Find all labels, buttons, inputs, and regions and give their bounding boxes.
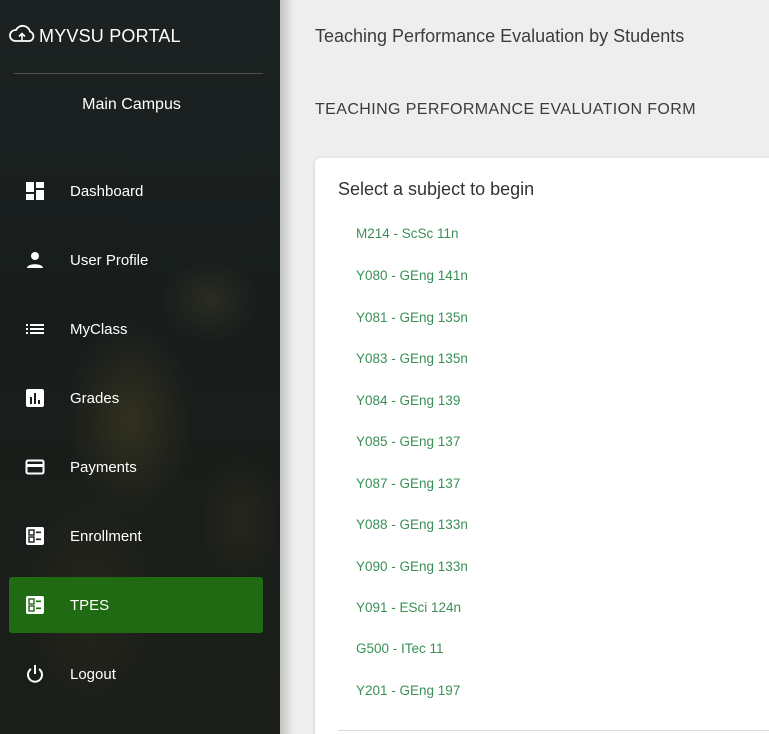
subject-link[interactable]: Y091 - ESci 124n (356, 600, 461, 615)
sidebar-item-label: Enrollment (70, 527, 142, 545)
card-title: Select a subject to begin (338, 179, 535, 199)
sidebar-item-payments[interactable]: Payments (9, 439, 263, 495)
cloud-icon (8, 24, 39, 49)
subject-link[interactable]: Y085 - GEng 137 (356, 434, 460, 449)
subject-link[interactable]: Y090 - GEng 133n (356, 559, 468, 574)
power-icon (25, 664, 45, 684)
bar-chart-icon (25, 388, 45, 408)
sidebar-item-label: Dashboard (70, 182, 144, 200)
sidebar-item-tpes[interactable]: TPES (9, 577, 263, 633)
card-divider (338, 730, 769, 731)
brand-divider (14, 73, 263, 74)
subject-link[interactable]: Y080 - GEng 141n (356, 268, 468, 283)
campus-label: Main Campus (82, 96, 181, 113)
credit-card-icon (25, 457, 45, 477)
sidebar-item-label: Grades (70, 389, 120, 407)
sidebar-item-logout[interactable]: Logout (9, 646, 263, 702)
sidebar-item-label: User Profile (70, 251, 149, 269)
sidebar-item-user-profile[interactable]: User Profile (9, 232, 263, 288)
subject-link[interactable]: Y083 - GEng 135n (356, 351, 468, 366)
subject-link[interactable]: Y088 - GEng 133n (356, 517, 468, 532)
sidebar-item-grades[interactable]: Grades (9, 370, 263, 426)
form-heading: TEACHING PERFORMANCE EVALUATION FORM (315, 101, 696, 118)
subject-link[interactable]: Y084 - GEng 139 (356, 393, 460, 408)
person-icon (25, 250, 45, 270)
subject-link[interactable]: Y081 - GEng 135n (356, 310, 468, 325)
subject-link[interactable]: Y087 - GEng 137 (356, 476, 460, 491)
sidebar-item-label: TPES (70, 596, 110, 614)
brand-title: MYVSU PORTAL (39, 25, 181, 46)
sidebar-shadow (280, 0, 294, 734)
sidebar-item-myclass[interactable]: MyClass (9, 301, 263, 357)
sidebar: MYVSU PORTAL Main Campus Dashboard User … (0, 0, 280, 734)
dashboard-icon (25, 181, 45, 201)
sidebar-item-label: Payments (70, 458, 137, 476)
list-icon (25, 319, 45, 339)
sidebar-item-label: MyClass (70, 320, 128, 338)
sidebar-item-enrollment[interactable]: Enrollment (9, 508, 263, 564)
enrollment-icon (25, 526, 45, 546)
subject-link[interactable]: M214 - ScSc 11n (356, 226, 459, 241)
sidebar-item-label: Logout (70, 665, 116, 683)
brand[interactable]: MYVSU PORTAL (0, 0, 280, 72)
sidebar-item-dashboard[interactable]: Dashboard (9, 163, 263, 219)
subject-link[interactable]: Y201 - GEng 197 (356, 683, 460, 698)
page-title: Teaching Performance Evaluation by Stude… (315, 26, 685, 46)
tpes-icon (25, 595, 45, 615)
subject-card: Select a subject to begin M214 - ScSc 11… (315, 158, 769, 734)
subject-link[interactable]: G500 - ITec 11 (356, 641, 444, 656)
